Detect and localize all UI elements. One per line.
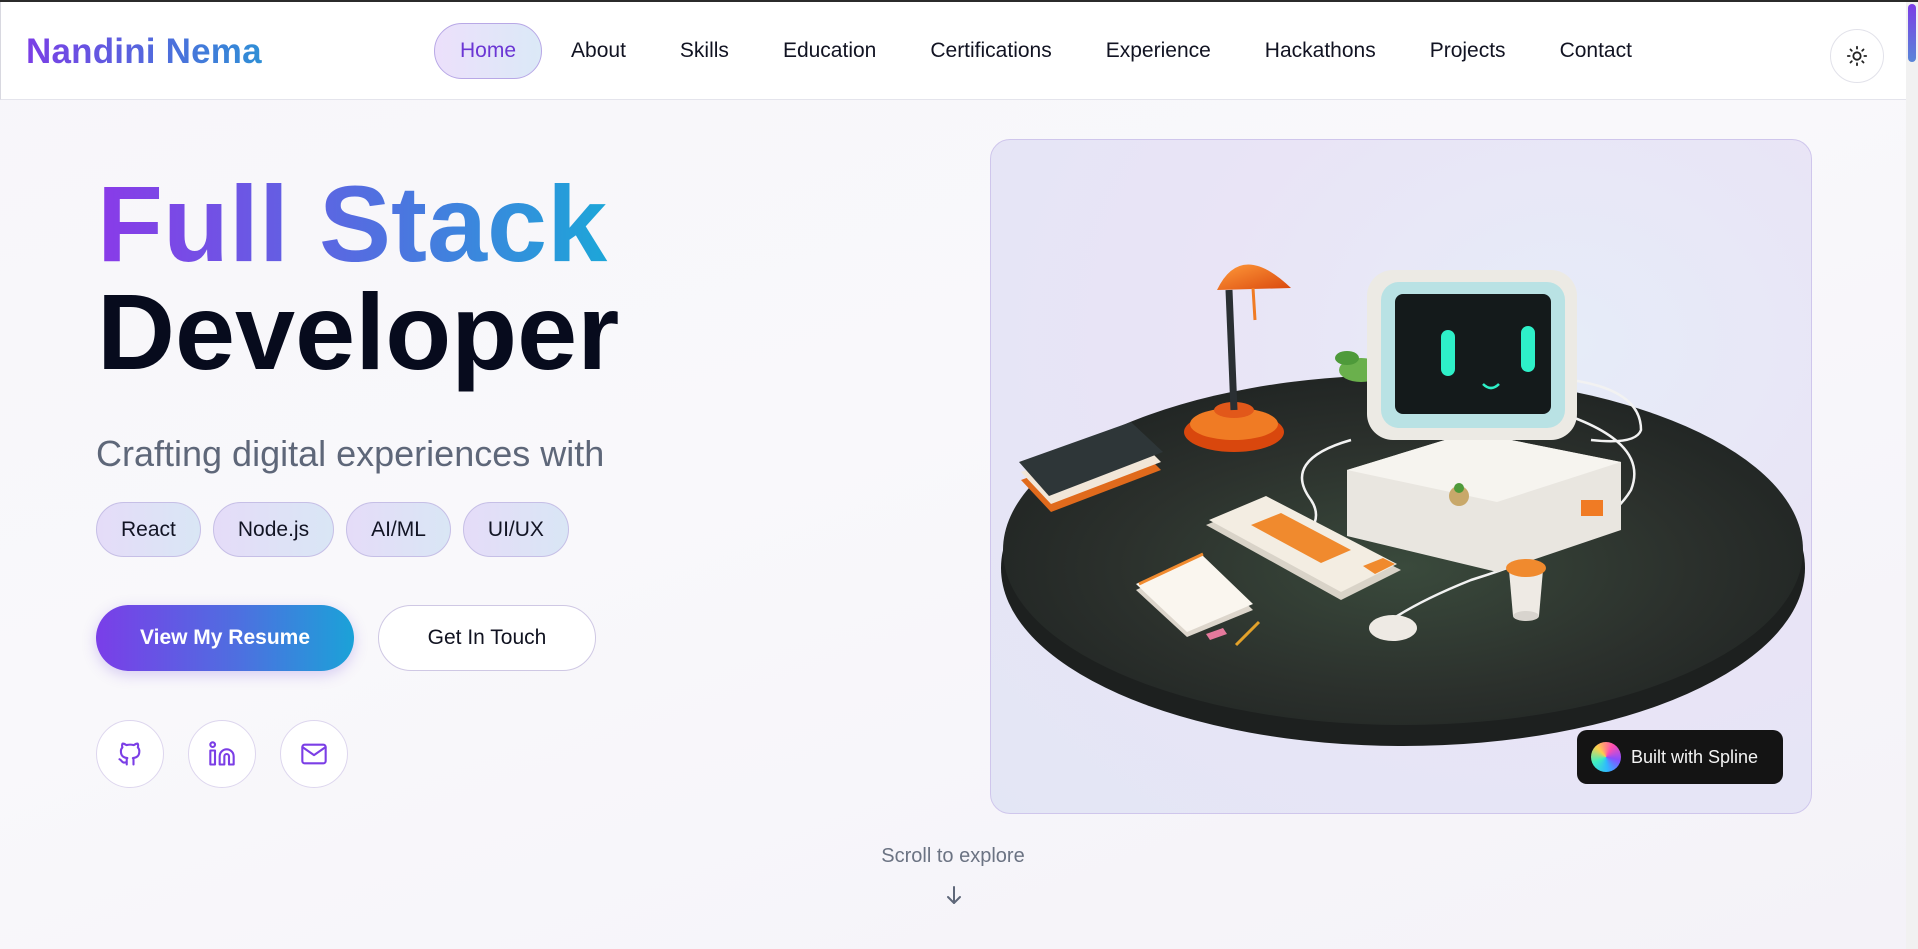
desk-lamp xyxy=(1184,264,1291,452)
arrow-down-icon xyxy=(947,886,961,904)
email-link[interactable] xyxy=(280,720,348,788)
hero-title: Full Stack Developer xyxy=(97,170,619,386)
spline-badge-label: Built with Spline xyxy=(1631,746,1759,767)
tech-chips: React Node.js AI/ML UI/UX xyxy=(96,502,581,557)
chip-aiml: AI/ML xyxy=(346,502,451,557)
navbar: Nandini Nema Home About Skills Education… xyxy=(0,2,1906,100)
hero-title-line2: Developer xyxy=(97,271,620,392)
nav-links: Home About Skills Education Certificatio… xyxy=(434,23,1661,79)
page-scrollbar-track[interactable] xyxy=(1906,2,1918,949)
nav-experience[interactable]: Experience xyxy=(1081,23,1236,79)
chip-react: React xyxy=(96,502,201,557)
nav-skills[interactable]: Skills xyxy=(655,23,754,79)
hero-title-line1: Full Stack xyxy=(97,170,619,278)
chip-uiux: UI/UX xyxy=(462,502,569,557)
scroll-hint: Scroll to explore xyxy=(881,845,1025,867)
github-link[interactable] xyxy=(96,720,164,788)
theme-toggle-button[interactable] xyxy=(1830,29,1884,83)
nav-contact[interactable]: Contact xyxy=(1535,23,1657,79)
desk-illustration xyxy=(1001,264,1805,746)
built-with-spline-badge[interactable]: Built with Spline xyxy=(1577,730,1783,784)
brand-logo[interactable]: Nandini Nema xyxy=(26,32,262,72)
spline-scene[interactable]: Built with Spline xyxy=(990,139,1812,814)
social-links xyxy=(96,720,372,788)
nav-home[interactable]: Home xyxy=(434,23,543,79)
spline-logo-icon xyxy=(1591,742,1621,772)
nav-education[interactable]: Education xyxy=(758,23,901,79)
nav-hackathons[interactable]: Hackathons xyxy=(1240,23,1401,79)
linkedin-icon xyxy=(209,741,235,766)
nav-certifications[interactable]: Certifications xyxy=(905,23,1076,79)
mail-icon xyxy=(301,743,327,765)
nav-about[interactable]: About xyxy=(546,23,651,79)
sun-icon xyxy=(1846,45,1868,67)
page-scrollbar-thumb[interactable] xyxy=(1908,4,1916,62)
github-icon xyxy=(118,742,141,766)
hero-subtitle: Crafting digital experiences with xyxy=(96,433,605,474)
linkedin-link[interactable] xyxy=(188,720,256,788)
nav-projects[interactable]: Projects xyxy=(1405,23,1531,79)
view-resume-button[interactable]: View My Resume xyxy=(96,605,354,671)
mouse xyxy=(1369,615,1417,641)
get-in-touch-button[interactable]: Get In Touch xyxy=(378,605,596,671)
chip-nodejs: Node.js xyxy=(212,502,335,557)
